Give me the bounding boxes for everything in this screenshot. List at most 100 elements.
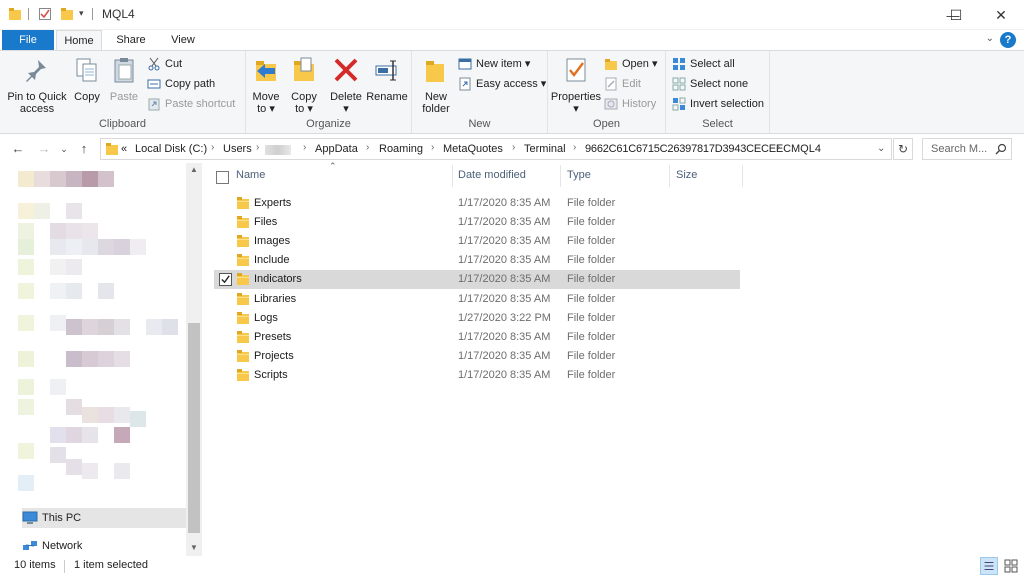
file-row[interactable]: Indicators 1/17/2020 8:35 AM File folder — [214, 270, 740, 290]
delete-button[interactable]: Delete ▾ — [328, 54, 364, 115]
pin-label-line2: access — [19, 103, 55, 115]
ribbon-expand-icon[interactable]: ⌄ — [986, 33, 994, 44]
back-arrow-icon[interactable]: ← — [8, 139, 28, 159]
file-date-modified: 1/27/2020 3:22 PM — [458, 311, 551, 324]
copy-path-button[interactable]: Copy path — [147, 75, 215, 93]
open-button[interactable]: Open ▾ — [604, 55, 658, 73]
tab-home[interactable]: Home — [56, 30, 102, 50]
nav-pane-scrollbar[interactable]: ▲ ▼ — [186, 163, 202, 556]
file-row[interactable]: Scripts 1/17/2020 8:35 AM File folder — [214, 366, 740, 385]
address-bar[interactable]: « Local Disk (C:) › Users › › AppData › … — [100, 138, 892, 160]
file-date-modified: 1/17/2020 8:35 AM — [458, 349, 551, 362]
new-folder-icon[interactable] — [60, 7, 74, 21]
nav-item-this-pc[interactable]: This PC — [22, 508, 186, 528]
column-header-date-modified[interactable]: Date modified — [458, 169, 526, 181]
breadcrumb-terminal[interactable]: Terminal — [524, 143, 566, 155]
breadcrumb-mql4[interactable]: MQL4 — [791, 143, 821, 155]
copy-to-button[interactable]: Copy to ▾ — [286, 54, 322, 115]
select-all-button[interactable]: Select all — [672, 55, 735, 73]
breadcrumb-overflow[interactable]: « — [121, 143, 127, 155]
select-none-button[interactable]: Select none — [672, 75, 748, 93]
breadcrumb-chevron-icon[interactable]: › — [777, 142, 780, 153]
file-type: File folder — [567, 235, 616, 248]
large-icons-view-icon[interactable] — [1002, 557, 1020, 575]
details-view-icon[interactable] — [980, 557, 998, 575]
column-divider[interactable] — [742, 165, 743, 187]
move-to-button[interactable]: Move to ▾ — [248, 54, 284, 115]
select-all-checkbox[interactable] — [216, 171, 229, 184]
properties-button[interactable]: Properties ▾ — [550, 54, 602, 115]
paste-shortcut-button[interactable]: Paste shortcut — [147, 95, 235, 113]
scroll-up-icon[interactable]: ▲ — [190, 165, 198, 174]
edit-button[interactable]: Edit — [604, 75, 641, 93]
file-date-modified: 1/17/2020 8:35 AM — [458, 254, 551, 267]
recent-locations-icon[interactable]: ⌄ — [54, 139, 74, 159]
breadcrumb-terminal-id[interactable]: 9662C61C6715C26397817D3943CECEEC — [585, 143, 791, 155]
file-row[interactable]: Images 1/17/2020 8:35 AM File folder — [214, 232, 740, 251]
file-row[interactable]: Libraries 1/17/2020 8:35 AM File folder — [214, 290, 740, 309]
rename-label: Rename — [366, 91, 408, 103]
group-clipboard: Pin to Quick access Copy Paste Cut Copy … — [0, 51, 246, 133]
breadcrumb-chevron-icon[interactable]: › — [431, 142, 434, 153]
breadcrumb-metaquotes[interactable]: MetaQuotes — [443, 143, 503, 155]
new-item-button[interactable]: New item ▾ — [458, 55, 530, 73]
column-header-type[interactable]: Type — [567, 169, 591, 181]
open-label: Open ▾ — [622, 58, 658, 70]
breadcrumb-appdata[interactable]: AppData — [315, 143, 358, 155]
file-row[interactable]: Include 1/17/2020 8:35 AM File folder — [214, 251, 740, 270]
breadcrumb-chevron-icon[interactable]: › — [366, 142, 369, 153]
column-header-name[interactable]: Name — [236, 169, 265, 181]
scrollbar-thumb[interactable] — [188, 323, 200, 533]
new-folder-button[interactable]: New folder — [418, 54, 454, 115]
row-checkbox[interactable] — [219, 273, 232, 287]
qat-customize-icon[interactable]: ▾ — [79, 8, 84, 19]
breadcrumb-users[interactable]: Users — [223, 143, 252, 155]
help-button[interactable]: ? — [1000, 32, 1016, 48]
breadcrumb-roaming[interactable]: Roaming — [379, 143, 423, 155]
column-header-size[interactable]: Size — [676, 169, 697, 181]
folder-icon — [9, 8, 21, 20]
tab-share[interactable]: Share — [108, 30, 154, 50]
navigation-bar: ← → ⌄ ↑ « Local Disk (C:) › Users › › Ap… — [0, 135, 1024, 163]
pin-to-quick-access-button[interactable]: Pin to Quick access — [4, 54, 70, 115]
column-divider[interactable] — [560, 165, 561, 187]
breadcrumb-chevron-icon[interactable]: › — [512, 142, 515, 153]
tab-file[interactable]: File — [2, 30, 54, 50]
search-input[interactable]: Search M... — [922, 138, 1012, 160]
column-divider[interactable] — [452, 165, 453, 187]
up-arrow-icon[interactable]: ↑ — [74, 139, 94, 159]
file-row[interactable]: Files 1/17/2020 8:35 AM File folder — [214, 213, 740, 232]
file-date-modified: 1/17/2020 8:35 AM — [458, 292, 551, 305]
cut-button[interactable]: Cut — [147, 55, 182, 73]
file-row[interactable]: Presets 1/17/2020 8:35 AM File folder — [214, 328, 740, 347]
invert-selection-button[interactable]: Invert selection — [672, 95, 764, 113]
easy-access-button[interactable]: Easy access ▾ — [458, 75, 546, 93]
copy-button[interactable]: Copy — [70, 54, 104, 103]
rename-button[interactable]: Rename — [366, 54, 408, 103]
column-divider[interactable] — [669, 165, 670, 187]
file-row[interactable]: Projects 1/17/2020 8:35 AM File folder — [214, 347, 740, 366]
refresh-icon[interactable]: ↻ — [893, 138, 913, 160]
properties-check-icon[interactable] — [38, 7, 52, 21]
scroll-down-icon[interactable]: ▼ — [190, 543, 198, 552]
new-item-icon — [458, 58, 472, 70]
nav-item-network[interactable]: Network — [22, 536, 186, 556]
breadcrumb-local-disk[interactable]: Local Disk (C:) — [135, 143, 207, 155]
breadcrumb-chevron-icon[interactable]: › — [211, 142, 214, 153]
history-button[interactable]: History — [604, 95, 656, 113]
address-dropdown-icon[interactable]: ⌄ — [877, 143, 885, 154]
tab-view[interactable]: View — [160, 30, 206, 50]
file-row[interactable]: Experts 1/17/2020 8:35 AM File folder — [214, 194, 740, 213]
breadcrumb-chevron-icon[interactable]: › — [256, 142, 259, 153]
paste-button[interactable]: Paste — [106, 54, 142, 103]
close-button[interactable]: ✕ — [978, 0, 1024, 30]
maximize-button[interactable]: ☐ — [936, 0, 976, 30]
new-item-label: New item ▾ — [476, 58, 531, 70]
group-label-select: Select — [702, 118, 733, 130]
file-name: Presets — [254, 330, 292, 343]
breadcrumb-chevron-icon[interactable]: › — [573, 142, 576, 153]
breadcrumb-chevron-icon[interactable]: › — [303, 142, 306, 153]
forward-arrow-icon[interactable]: → — [34, 139, 54, 159]
file-date-modified: 1/17/2020 8:35 AM — [458, 197, 551, 209]
file-row[interactable]: Logs 1/27/2020 3:22 PM File folder — [214, 309, 740, 328]
